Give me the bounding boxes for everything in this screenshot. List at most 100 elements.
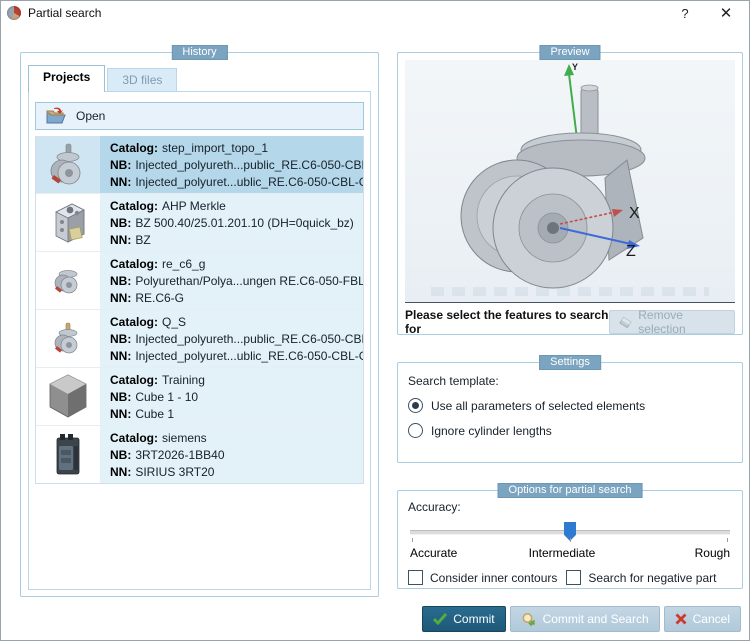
accuracy-label: Accuracy: xyxy=(408,500,732,514)
close-button[interactable]: ✕ xyxy=(709,4,743,22)
catalog-label: Catalog: xyxy=(110,257,158,271)
list-item-text: Catalog: AHP Merkle NB: BZ 500.40/25.01.20… xyxy=(100,194,363,251)
nn-label: NN: xyxy=(110,233,131,247)
caster-3d-render: Y X xyxy=(405,60,733,301)
list-item-text: Catalog: siemens NB: 3RT2026-1BB40 NN: SIRI… xyxy=(100,426,363,483)
nb-label: NB: xyxy=(110,448,131,462)
catalog-value: Q_S xyxy=(162,315,186,329)
nb-value: Injected_polyureth...public_RE.C6-050-CB… xyxy=(135,332,363,346)
open-folder-icon xyxy=(45,107,67,125)
options-checkboxes: Consider inner contours Search for negat… xyxy=(408,570,732,585)
search-template-label: Search template: xyxy=(408,374,732,388)
commit-and-search-label: Commit and Search xyxy=(543,612,649,626)
slider-tick xyxy=(412,538,413,542)
nn-value: Injected_polyuret...ublic_RE.C6-050-CBL-… xyxy=(135,349,363,363)
commit-and-search-button[interactable]: Commit and Search xyxy=(510,606,660,632)
catalog-label: Catalog: xyxy=(110,199,158,213)
checkbox-consider-inner-contours[interactable]: Consider inner contours xyxy=(408,570,557,585)
list-item-text: Catalog: re_c6_g NB: Polyurethan/Polya...u… xyxy=(100,252,363,309)
nb-label: NB: xyxy=(110,158,131,172)
radio-selected-icon xyxy=(408,398,423,413)
history-group: History Projects 3D files Open xyxy=(20,52,379,597)
list-item[interactable]: Catalog: Q_S NB: Injected_polyureth...publ… xyxy=(36,310,363,368)
nb-label: NB: xyxy=(110,390,131,404)
cancel-button[interactable]: Cancel xyxy=(664,606,741,632)
catalog-value: step_import_topo_1 xyxy=(162,141,268,155)
history-tabs: Projects 3D files xyxy=(28,65,371,91)
catalog-value: re_c6_g xyxy=(162,257,205,271)
window-title: Partial search xyxy=(28,6,101,20)
title-bar: Partial search ? ✕ xyxy=(1,1,749,25)
nb-value: Cube 1 - 10 xyxy=(135,390,198,404)
list-item[interactable]: Catalog: AHP Merkle NB: BZ 500.40/25.01.20… xyxy=(36,194,363,252)
radio-ignore-cylinder-lengths[interactable]: Ignore cylinder lengths xyxy=(408,423,732,438)
nb-label: NB: xyxy=(110,216,131,230)
preview-3d-viewport[interactable]: Y X xyxy=(405,60,735,303)
nn-value: Injected_polyuret...ublic_RE.C6-050-CBL-… xyxy=(135,175,363,189)
list-item[interactable]: Catalog: step_import_topo_1 NB: Injected_p… xyxy=(36,136,363,194)
radio-use-all-parameters[interactable]: Use all parameters of selected elements xyxy=(408,398,732,413)
catalog-label: Catalog: xyxy=(110,315,158,329)
nb-value: Polyurethan/Polya...ungen RE.C6-050-FBL-… xyxy=(135,274,363,288)
open-button-label: Open xyxy=(76,109,105,123)
list-item[interactable]: Catalog: siemens NB: 3RT2026-1BB40 NN: SIRI… xyxy=(36,426,363,483)
checkbox-search-negative-part[interactable]: Search for negative part xyxy=(566,570,716,585)
selection-hint-text: Please select the features to search for xyxy=(405,308,609,336)
open-button[interactable]: Open xyxy=(35,102,364,130)
caster-thumbnail-icon xyxy=(36,136,100,193)
nb-value: 3RT2026-1BB40 xyxy=(135,448,224,462)
list-item[interactable]: Catalog: re_c6_g NB: Polyurethan/Polya...u… xyxy=(36,252,363,310)
catalog-label: Catalog: xyxy=(110,431,158,445)
help-button[interactable]: ? xyxy=(668,6,702,21)
radio-unselected-icon xyxy=(408,423,423,438)
catalog-value: siemens xyxy=(162,431,207,445)
checkbox-icon xyxy=(408,570,423,585)
nb-value: BZ 500.40/25.01.201.10 (DH=0quick_bz) xyxy=(135,216,353,230)
tab-projects[interactable]: Projects xyxy=(28,65,105,92)
nn-label: NN: xyxy=(110,175,131,189)
options-group-label: Options for partial search xyxy=(498,483,643,498)
checkbox-icon xyxy=(566,570,581,585)
nb-label: NB: xyxy=(110,274,131,288)
catalog-value: AHP Merkle xyxy=(162,199,226,213)
cube-thumbnail-icon xyxy=(36,368,100,425)
commit-label: Commit xyxy=(453,612,494,626)
accurate-label: Accurate xyxy=(410,546,457,560)
preview-footer-row: Please select the features to search for… xyxy=(398,303,742,341)
caster-small-thumbnail-icon xyxy=(36,252,100,309)
nn-value: SIRIUS 3RT20 xyxy=(135,465,214,479)
accuracy-slider[interactable] xyxy=(408,518,732,544)
slider-tick xyxy=(727,538,728,542)
nn-label: NN: xyxy=(110,465,131,479)
nn-label: NN: xyxy=(110,407,131,421)
slider-tick xyxy=(570,538,571,542)
checkmark-icon xyxy=(433,613,447,625)
nb-value: Injected_polyureth...public_RE.C6-050-CB… xyxy=(135,158,363,172)
list-item-text: Catalog: step_import_topo_1 NB: Injected_p… xyxy=(100,136,363,193)
list-item[interactable]: Catalog:Training NB:Cube 1 - 10 NN:Cube … xyxy=(36,368,363,426)
nb-label: NB: xyxy=(110,332,131,346)
list-item-text: Catalog:Training NB:Cube 1 - 10 NN:Cube … xyxy=(100,368,363,425)
commit-button[interactable]: Commit xyxy=(422,606,505,632)
footer-buttons: Commit Commit and Search Cancel xyxy=(422,606,741,632)
contactor-thumbnail-icon xyxy=(36,426,100,483)
options-group: Options for partial search Accuracy: Acc… xyxy=(397,490,743,589)
history-group-label: History xyxy=(171,45,227,60)
red-x-icon xyxy=(675,613,687,625)
projects-tab-page: Open xyxy=(28,91,371,590)
remove-selection-label: Remove selection xyxy=(638,308,725,336)
history-list: Catalog: step_import_topo_1 NB: Injected_p… xyxy=(35,136,364,484)
catalog-label: Catalog: xyxy=(110,141,158,155)
rough-label: Rough xyxy=(695,546,730,560)
remove-selection-button[interactable]: Remove selection xyxy=(609,310,735,334)
radio-label: Use all parameters of selected elements xyxy=(431,399,645,413)
app-icon xyxy=(7,6,21,20)
settings-group: Settings Search template: Use all parame… xyxy=(397,362,743,463)
metal-block-thumbnail-icon xyxy=(36,194,100,251)
catalog-label: Catalog: xyxy=(110,373,158,387)
radio-label: Ignore cylinder lengths xyxy=(431,424,552,438)
settings-group-label: Settings xyxy=(539,355,601,370)
tab-3d-files[interactable]: 3D files xyxy=(107,68,177,91)
caster-small-thumbnail-icon xyxy=(36,310,100,367)
axis-z-label: Z xyxy=(626,243,636,260)
